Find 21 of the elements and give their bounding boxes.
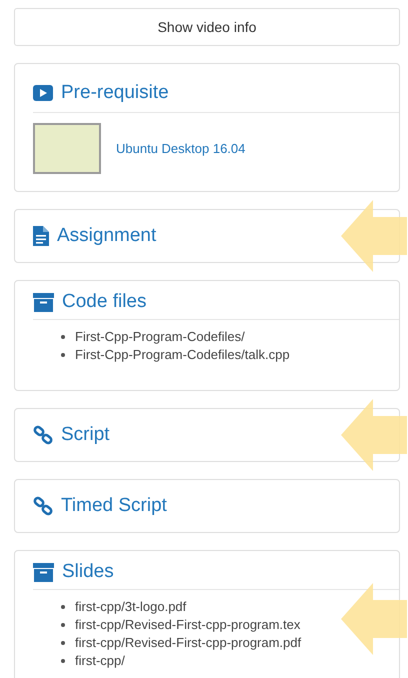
show-video-info-button[interactable]: Show video info bbox=[14, 8, 400, 46]
section-title[interactable]: Timed Script bbox=[61, 495, 167, 517]
section-title[interactable]: Code files bbox=[62, 291, 146, 313]
file-link[interactable]: First-Cpp-Program-Codefiles/talk.cpp bbox=[61, 346, 290, 364]
document-icon bbox=[33, 226, 49, 246]
section-title[interactable]: Script bbox=[61, 424, 110, 446]
section-title[interactable]: Pre-requisite bbox=[61, 82, 169, 104]
play-icon bbox=[33, 85, 53, 101]
file-link[interactable]: first-cpp/Revised-First-cpp-program.tex bbox=[61, 616, 300, 634]
file-link[interactable]: first-cpp/Revised-First-cpp-program.pdf bbox=[61, 634, 302, 652]
thumbnail-placeholder bbox=[33, 123, 101, 174]
file-link[interactable]: First-Cpp-Program-Codefiles/ bbox=[61, 328, 245, 346]
file-link[interactable]: first-cpp/ bbox=[61, 652, 125, 670]
section-title[interactable]: Assignment bbox=[57, 225, 156, 247]
section-title[interactable]: Slides bbox=[62, 561, 114, 583]
link-icon bbox=[33, 425, 53, 445]
prerequisite-link[interactable]: Ubuntu Desktop 16.04 bbox=[116, 141, 246, 156]
file-link[interactable]: first-cpp/3t-logo.pdf bbox=[61, 598, 186, 616]
link-icon bbox=[33, 496, 53, 516]
archive-box-icon bbox=[33, 292, 54, 312]
archive-box-icon bbox=[33, 562, 54, 582]
